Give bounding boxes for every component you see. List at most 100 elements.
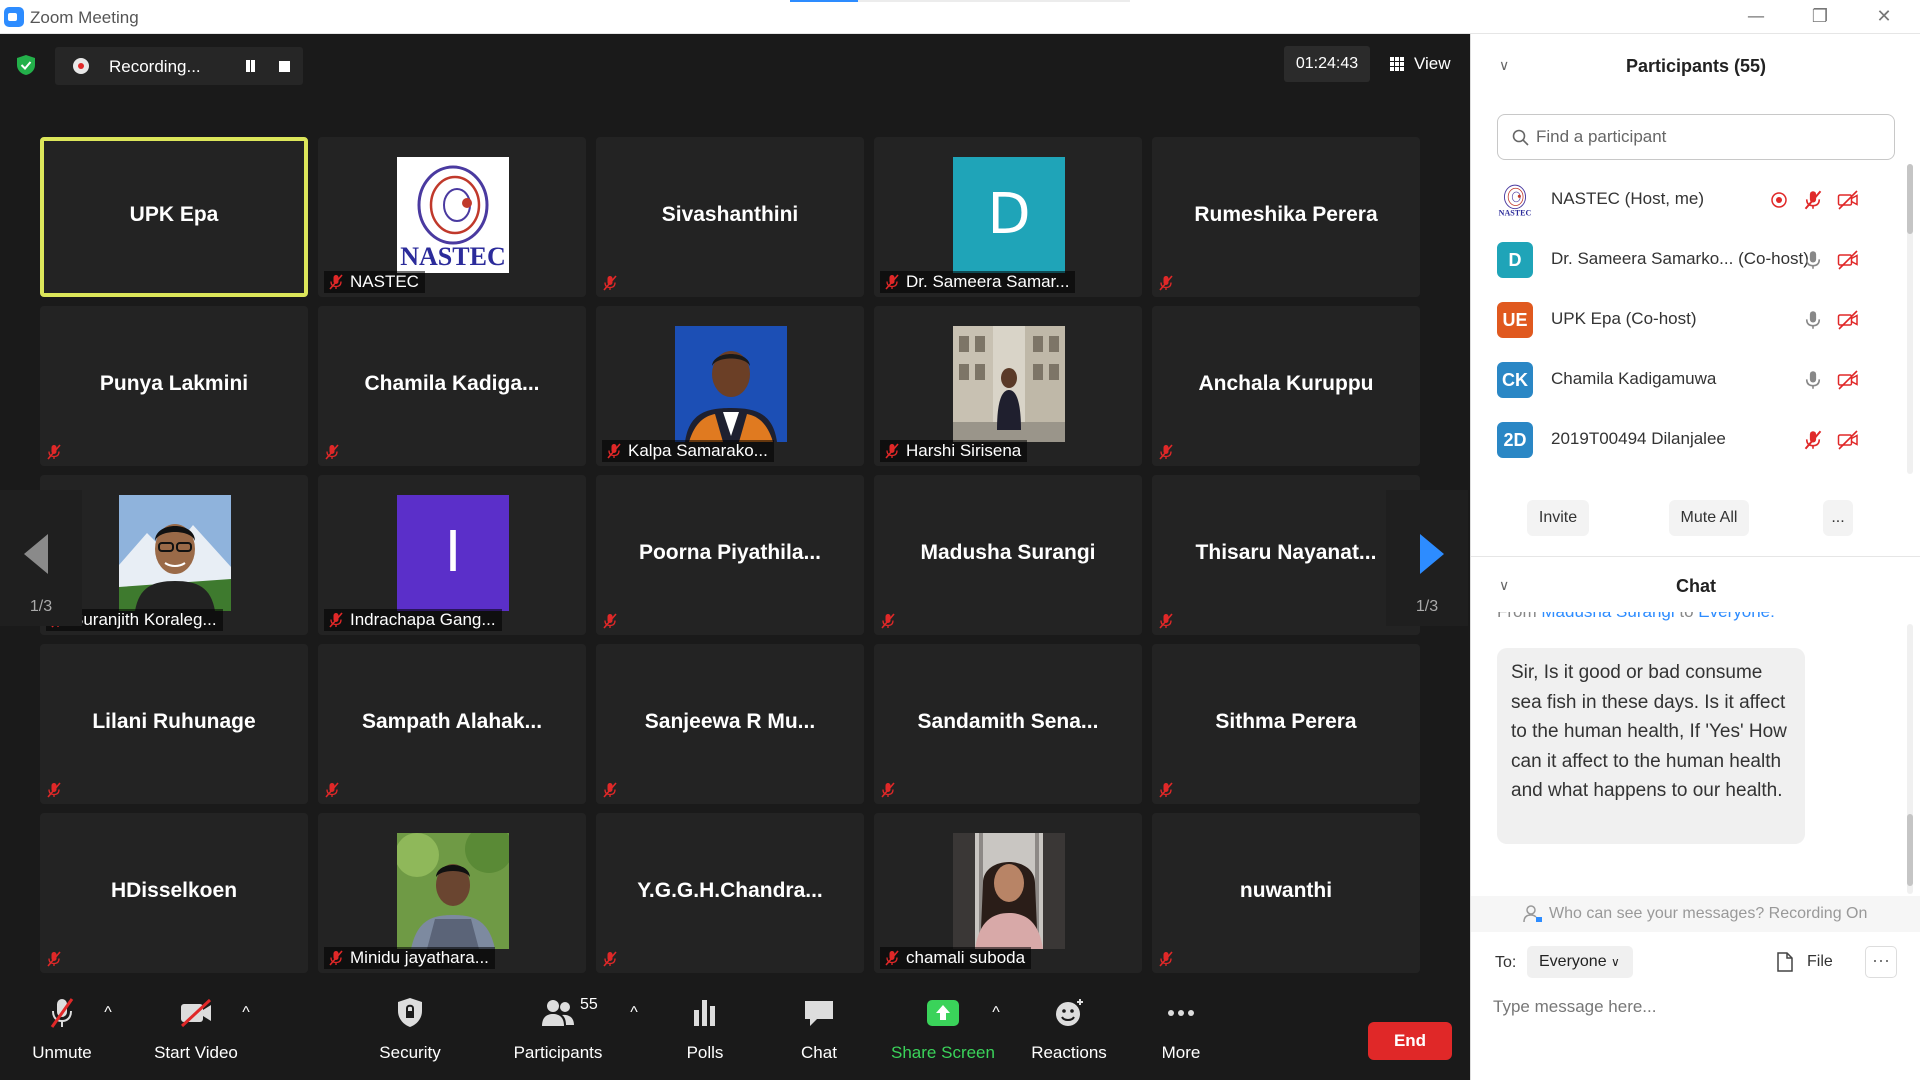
participant-tile[interactable]: Madusha Surangi <box>874 475 1142 635</box>
participant-tile[interactable]: Anchala Kuruppu <box>1152 306 1420 466</box>
participant-list-item[interactable]: CK Chamila Kadigamuwa <box>1471 350 1911 410</box>
participant-tile[interactable]: Sithma Perera <box>1152 644 1420 804</box>
chat-message-input[interactable] <box>1493 992 1893 1022</box>
participant-tile-name: Thisaru Nayanat... <box>1195 541 1377 564</box>
participant-video-frame <box>397 833 509 949</box>
participant-tile[interactable]: Poorna Piyathila... <box>596 475 864 635</box>
participants-count: 55 <box>580 996 598 1013</box>
polls-icon <box>694 1000 715 1026</box>
muted-mic-icon <box>47 444 61 460</box>
page-indicator-right: 1/3 <box>1415 598 1439 615</box>
participant-tile[interactable]: Kalpa Samarako... <box>596 306 864 466</box>
view-button[interactable]: View <box>1382 46 1460 82</box>
recipient-link[interactable]: Everyone: <box>1698 612 1775 621</box>
participant-list-item[interactable]: 2D 2019T00494 Dilanjalee <box>1471 410 1911 470</box>
participant-search[interactable] <box>1497 114 1895 160</box>
participant-tile[interactable]: Y.G.G.H.Chandra... <box>596 813 864 973</box>
participant-tile[interactable]: D Dr. Sameera Samar... <box>874 137 1142 297</box>
chat-message-sender: From Madusha Surangi to Everyone: <box>1497 612 1775 632</box>
muted-mic-icon <box>881 613 895 629</box>
participant-tile[interactable]: NASTEC NASTEC <box>318 137 586 297</box>
participant-tile[interactable]: chamali suboda <box>874 813 1142 973</box>
participants-caret-icon[interactable]: ^ <box>628 1004 640 1021</box>
person-lock-icon <box>1523 905 1542 923</box>
share-screen-button[interactable]: Share Screen <box>886 992 1000 1072</box>
security-shield-icon[interactable] <box>16 54 36 76</box>
chat-scroll-thumb[interactable] <box>1907 814 1913 886</box>
participant-tile[interactable]: UPK Epa <box>40 137 308 297</box>
from-mid: to <box>1675 612 1699 621</box>
previous-page-button[interactable]: 1/3 <box>0 490 82 626</box>
participant-tile[interactable]: HDisselkoen <box>40 813 308 973</box>
participant-list-item[interactable]: D Dr. Sameera Samarko... (Co-host) <box>1471 230 1911 290</box>
arrow-right-icon <box>1420 534 1444 574</box>
participant-tile[interactable]: Lilani Ruhunage <box>40 644 308 804</box>
end-meeting-button[interactable]: End <box>1368 1022 1452 1060</box>
participant-list-item[interactable]: UE UPK Epa (Co-host) <box>1471 290 1911 350</box>
reactions-button[interactable]: Reactions <box>1024 992 1114 1072</box>
unmute-button[interactable]: Unmute <box>20 992 104 1072</box>
title-bar: Zoom Meeting — ❐ ✕ <box>0 0 1920 34</box>
participant-list-name: UPK Epa (Co-host) <box>1551 309 1697 328</box>
more-dots-icon <box>1168 1010 1194 1016</box>
muted-mic-icon <box>325 782 339 798</box>
participant-tile[interactable]: Sanjeewa R Mu... <box>596 644 864 804</box>
sender-link[interactable]: Madusha Surangi <box>1541 612 1674 621</box>
security-button[interactable]: Security <box>370 992 450 1072</box>
video-stage: Recording... 01:24:43 View UPK Epa NASTEC… <box>0 34 1470 1080</box>
participant-tile-name: Madusha Surangi <box>920 541 1096 564</box>
chat-more-button[interactable]: ··· <box>1865 946 1897 978</box>
share-options-caret-icon[interactable]: ^ <box>990 1004 1002 1021</box>
muted-mic-icon <box>603 951 617 967</box>
participant-avatar: NASTEC <box>1497 182 1533 218</box>
participants-button[interactable]: 55 Participants <box>508 992 608 1072</box>
participant-tile[interactable]: Rumeshika Perera <box>1152 137 1420 297</box>
participant-tile[interactable]: Sandamith Sena... <box>874 644 1142 804</box>
message-visibility-notice[interactable]: Who can see your messages? Recording On <box>1471 896 1920 932</box>
participant-tile-name: Poorna Piyathila... <box>638 541 822 564</box>
security-icon <box>398 998 422 1027</box>
participant-tile[interactable]: Sivashanthini <box>596 137 864 297</box>
participants-more-button[interactable]: ... <box>1823 500 1853 536</box>
minimize-button[interactable]: — <box>1738 4 1774 30</box>
camera-off-icon <box>180 998 212 1028</box>
participant-video-frame <box>675 326 787 442</box>
participant-avatar-letter: D <box>953 157 1065 273</box>
audio-options-caret-icon[interactable]: ^ <box>102 1004 114 1021</box>
polls-button[interactable]: Polls <box>670 992 740 1072</box>
participant-list-item[interactable]: NASTEC NASTEC (Host, me) <box>1471 170 1911 230</box>
mute-all-button[interactable]: Mute All <box>1669 500 1749 536</box>
chat-scrollbar[interactable] <box>1907 624 1913 894</box>
participant-tile[interactable]: Punya Lakmini <box>40 306 308 466</box>
more-button[interactable]: More <box>1148 992 1214 1072</box>
participant-tile[interactable]: Thisaru Nayanat... <box>1152 475 1420 635</box>
unmute-label: Unmute <box>32 1043 92 1062</box>
participant-name-tag: Minidu jayathara... <box>324 947 495 969</box>
participant-name-tag: Kalpa Samarako... <box>602 440 774 462</box>
participant-tile[interactable]: I Indrachapa Gang... <box>318 475 586 635</box>
recording-label: Recording... <box>109 57 201 76</box>
chat-button[interactable]: Chat <box>784 992 854 1072</box>
restore-button[interactable]: ❐ <box>1802 4 1838 30</box>
participant-name-tag-text: Dr. Sameera Samar... <box>906 272 1070 291</box>
pause-recording-icon[interactable] <box>243 58 257 74</box>
close-button[interactable]: ✕ <box>1866 4 1902 30</box>
muted-mic-icon <box>1804 190 1822 210</box>
participant-list-name: 2019T00494 Dilanjalee <box>1551 429 1726 448</box>
participant-tile[interactable]: Chamila Kadiga... <box>318 306 586 466</box>
start-video-button[interactable]: Start Video <box>146 992 246 1072</box>
invite-button[interactable]: Invite <box>1527 500 1589 536</box>
participant-tile[interactable]: Sampath Alahak... <box>318 644 586 804</box>
next-page-button[interactable]: 1/3 <box>1386 490 1468 626</box>
participant-list-scroll-thumb[interactable] <box>1907 164 1913 234</box>
recipient-dropdown[interactable]: Everyone ∨ <box>1527 946 1633 978</box>
participant-tile[interactable]: Harshi Sirisena <box>874 306 1142 466</box>
muted-mic-icon <box>881 782 895 798</box>
participant-search-input[interactable] <box>1536 125 1876 149</box>
muted-mic-icon <box>885 950 899 966</box>
participant-tile[interactable]: nuwanthi <box>1152 813 1420 973</box>
participant-list-scrollbar[interactable] <box>1907 164 1913 474</box>
video-options-caret-icon[interactable]: ^ <box>240 1004 252 1021</box>
participant-tile[interactable]: Minidu jayathara... <box>318 813 586 973</box>
stop-recording-icon[interactable] <box>279 61 290 72</box>
